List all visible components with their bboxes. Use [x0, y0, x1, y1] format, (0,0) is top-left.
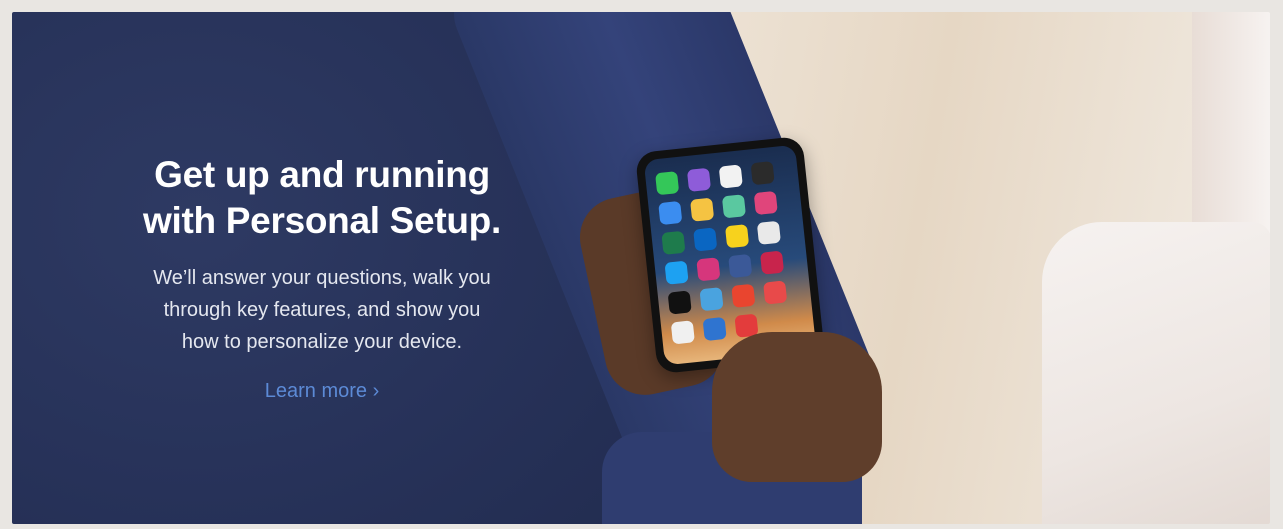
app-icon [702, 316, 727, 342]
background-person-sleeve [1042, 222, 1270, 524]
personal-setup-banner: Get up and running with Personal Setup. … [12, 12, 1270, 524]
facebook-app-icon [728, 253, 753, 279]
calendar-app-icon [718, 164, 743, 189]
app-icon [731, 283, 756, 308]
learn-more-link[interactable]: Learn more › [265, 380, 380, 403]
twitter-app-icon [664, 260, 689, 285]
tapping-hand [712, 332, 882, 482]
description-line-3: how to personalize your device. [181, 331, 463, 353]
facetime-app-icon [655, 171, 680, 196]
page: Get up and running with Personal Setup. … [0, 0, 1283, 529]
headline-line-1: Get up and running [154, 154, 490, 195]
camera-app-icon [750, 161, 775, 186]
instagram-app-icon [696, 257, 721, 282]
music-app-icon [753, 190, 778, 216]
linkedin-app-icon [693, 227, 718, 252]
chevron-right-icon: › [372, 380, 380, 402]
description-line-2: through key features, and show you [163, 299, 481, 321]
headline-line-2: with Personal Setup. [143, 200, 501, 241]
mail-app-icon [658, 200, 683, 226]
app-icon-grid [655, 161, 790, 345]
banner-description: We’ll answer your questions, walk you th… [107, 262, 537, 358]
photos-app-icon [756, 220, 781, 245]
maps-app-icon [721, 194, 747, 219]
app-icon [766, 310, 790, 334]
app-icon [699, 287, 724, 312]
podcasts-app-icon [686, 167, 712, 192]
banner-copy: Get up and running with Personal Setup. … [107, 152, 537, 403]
starbucks-app-icon [661, 230, 686, 255]
banner-headline: Get up and running with Personal Setup. [107, 152, 537, 244]
app-icon [763, 280, 788, 305]
description-line-1: We’ll answer your questions, walk you [153, 267, 491, 289]
app-icon [670, 320, 695, 345]
app-icon [759, 250, 785, 275]
notes-app-icon [690, 197, 715, 222]
snapchat-app-icon [724, 224, 750, 249]
app-icon [667, 290, 692, 315]
learn-more-label: Learn more [264, 380, 368, 402]
